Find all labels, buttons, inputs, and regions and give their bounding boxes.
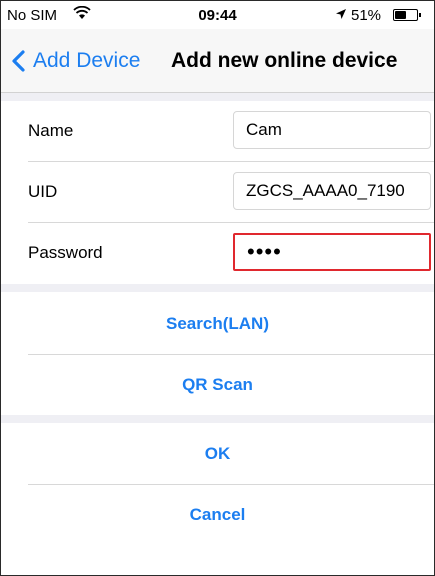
page-title: Add new online device [171, 49, 398, 72]
password-label: Password [28, 243, 103, 262]
password-field[interactable] [233, 233, 431, 271]
battery-icon [393, 9, 421, 21]
navigation-bar: Add Device Add new online device [1, 29, 434, 93]
password-row: Password [1, 223, 434, 284]
battery-percent: 51% [351, 7, 382, 24]
section-separator [1, 284, 434, 292]
location-arrow-icon [336, 9, 346, 19]
uid-field[interactable] [233, 172, 431, 210]
name-field[interactable] [233, 111, 431, 149]
search-lan-button[interactable]: Search(LAN) [1, 294, 434, 354]
name-label: Name [28, 121, 74, 140]
section-separator [1, 415, 434, 423]
cancel-button[interactable]: Cancel [1, 485, 434, 545]
chevron-left-icon [12, 50, 25, 72]
qr-scan-button[interactable]: QR Scan [1, 355, 434, 415]
status-bar: No SIM 09:44 51% [1, 1, 434, 29]
section-separator [1, 93, 434, 101]
back-button-label: Add Device [33, 49, 141, 72]
ok-button[interactable]: OK [1, 424, 434, 484]
uid-row: UID [1, 162, 434, 223]
uid-label: UID [28, 182, 58, 201]
name-row: Name [1, 101, 434, 162]
